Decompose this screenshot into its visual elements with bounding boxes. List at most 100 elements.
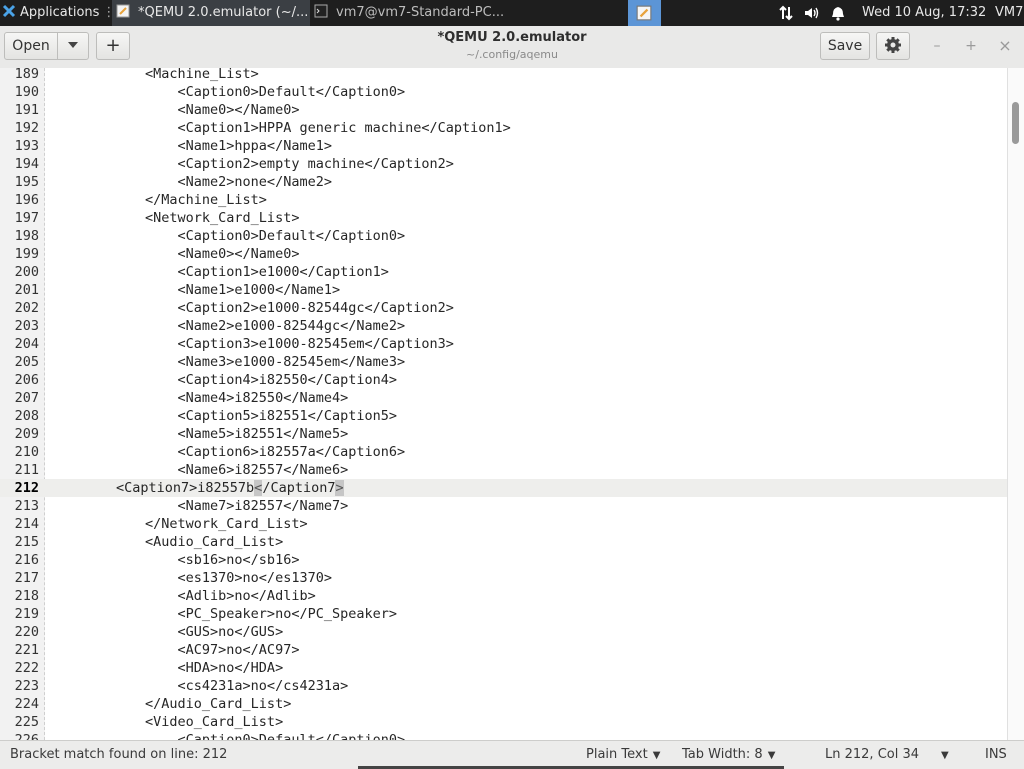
code-line[interactable]: 198 <Caption0>Default</Caption0> bbox=[0, 227, 1008, 245]
open-button[interactable]: Open bbox=[4, 32, 58, 60]
applications-menu[interactable]: Applications ⋮ bbox=[2, 0, 115, 26]
code-text[interactable]: </Audio_Card_List> bbox=[80, 695, 291, 713]
close-button[interactable]: × bbox=[995, 36, 1015, 56]
code-line[interactable]: 213 <Name7>i82557</Name7> bbox=[0, 497, 1008, 515]
code-line[interactable]: 200 <Caption1>e1000</Caption1> bbox=[0, 263, 1008, 281]
clock[interactable]: Wed 10 Aug, 17:32 bbox=[862, 0, 986, 26]
code-text[interactable]: <Name6>i82557</Name6> bbox=[80, 461, 349, 479]
code-text[interactable]: <GUS>no</GUS> bbox=[80, 623, 284, 641]
code-text[interactable]: <Name2>e1000-82544gc</Name2> bbox=[80, 317, 406, 335]
code-text[interactable]: <Video_Card_List> bbox=[80, 713, 283, 731]
vertical-scrollbar[interactable] bbox=[1007, 68, 1024, 740]
code-text[interactable]: <Caption0>Default</Caption0> bbox=[80, 227, 406, 245]
code-line[interactable]: 220 <GUS>no</GUS> bbox=[0, 623, 1008, 641]
code-text[interactable]: </Network_Card_List> bbox=[80, 515, 308, 533]
language-selector[interactable]: Plain Text ▼ bbox=[586, 741, 660, 769]
cursor-position-selector[interactable]: Ln 212, Col 34 ▼ bbox=[825, 741, 949, 769]
code-line[interactable]: 192 <Caption1>HPPA generic machine</Capt… bbox=[0, 119, 1008, 137]
code-text[interactable]: <cs4231a>no</cs4231a> bbox=[80, 677, 349, 695]
code-text[interactable]: <sb16>no</sb16> bbox=[80, 551, 300, 569]
code-text[interactable]: <Caption0>Default</Caption0> bbox=[80, 731, 406, 740]
code-line[interactable]: 201 <Name1>e1000</Name1> bbox=[0, 281, 1008, 299]
code-line[interactable]: 217 <es1370>no</es1370> bbox=[0, 569, 1008, 587]
code-text[interactable]: <Name7>i82557</Name7> bbox=[80, 497, 349, 515]
code-line[interactable]: 196 </Machine_List> bbox=[0, 191, 1008, 209]
code-line[interactable]: 193 <Name1>hppa</Name1> bbox=[0, 137, 1008, 155]
code-line[interactable]: 219 <PC_Speaker>no</PC_Speaker> bbox=[0, 605, 1008, 623]
code-text[interactable]: <Audio_Card_List> bbox=[80, 533, 283, 551]
code-text[interactable]: <Caption0>Default</Caption0> bbox=[80, 83, 406, 101]
code-text[interactable]: <HDA>no</HDA> bbox=[80, 659, 284, 677]
code-text[interactable]: <Adlib>no</Adlib> bbox=[80, 587, 316, 605]
code-line[interactable]: 189 <Machine_List> bbox=[0, 68, 1008, 83]
code-text[interactable]: <Name5>i82551</Name5> bbox=[80, 425, 349, 443]
maximize-button[interactable]: + bbox=[961, 36, 981, 56]
code-text[interactable]: <Caption4>i82550</Caption4> bbox=[80, 371, 397, 389]
code-line[interactable]: 190 <Caption0>Default</Caption0> bbox=[0, 83, 1008, 101]
code-text[interactable]: <Name2>none</Name2> bbox=[80, 173, 332, 191]
code-line[interactable]: 225 <Video_Card_List> bbox=[0, 713, 1008, 731]
code-text[interactable]: <Caption2>e1000-82544gc</Caption2> bbox=[80, 299, 454, 317]
code-line[interactable]: 205 <Name3>e1000-82545em</Name3> bbox=[0, 353, 1008, 371]
scrollbar-thumb[interactable] bbox=[1012, 102, 1019, 144]
code-text[interactable]: <Caption2>empty machine</Caption2> bbox=[80, 155, 454, 173]
code-line[interactable]: 203 <Name2>e1000-82544gc</Name2> bbox=[0, 317, 1008, 335]
code-text[interactable]: <Caption6>i82557a</Caption6> bbox=[80, 443, 406, 461]
code-text[interactable]: <Name1>e1000</Name1> bbox=[80, 281, 341, 299]
code-text[interactable]: <Name1>hppa</Name1> bbox=[80, 137, 332, 155]
code-line[interactable]: 226 <Caption0>Default</Caption0> bbox=[0, 731, 1008, 740]
editor-area[interactable]: 189 <Machine_List> 190 <Caption0>Default<… bbox=[0, 68, 1024, 740]
code-line[interactable]: 222 <HDA>no</HDA> bbox=[0, 659, 1008, 677]
code-line[interactable]: 223 <cs4231a>no</cs4231a> bbox=[0, 677, 1008, 695]
code-text[interactable]: <AC97>no</AC97> bbox=[80, 641, 300, 659]
code-line[interactable]: 216 <sb16>no</sb16> bbox=[0, 551, 1008, 569]
minimize-button[interactable]: – bbox=[927, 36, 947, 56]
code-text[interactable]: <Caption7>i82557b</Caption7> bbox=[116, 479, 344, 497]
network-icon[interactable] bbox=[778, 0, 796, 26]
code-line[interactable]: 210 <Caption6>i82557a</Caption6> bbox=[0, 443, 1008, 461]
taskbar-item-editor[interactable]: *QEMU 2.0.emulator (~/... bbox=[112, 0, 310, 26]
code-text[interactable]: <Name3>e1000-82545em</Name3> bbox=[80, 353, 406, 371]
code-line[interactable]: 194 <Caption2>empty machine</Caption2> bbox=[0, 155, 1008, 173]
code-line[interactable]: 204 <Caption3>e1000-82545em</Caption3> bbox=[0, 335, 1008, 353]
code-text[interactable]: <Machine_List> bbox=[80, 68, 259, 83]
text-lines[interactable]: 189 <Machine_List> 190 <Caption0>Default<… bbox=[0, 68, 1008, 740]
tab-width-selector[interactable]: Tab Width: 8 ▼ bbox=[682, 741, 775, 769]
code-line[interactable]: 224 </Audio_Card_List> bbox=[0, 695, 1008, 713]
code-text[interactable]: <Name0></Name0> bbox=[80, 245, 300, 263]
code-line[interactable]: 221 <AC97>no</AC97> bbox=[0, 641, 1008, 659]
code-text[interactable]: <es1370>no</es1370> bbox=[80, 569, 332, 587]
new-tab-button[interactable]: + bbox=[96, 32, 130, 60]
user-menu[interactable]: VM7 bbox=[995, 0, 1023, 26]
code-line[interactable]: 207 <Name4>i82550</Name4> bbox=[0, 389, 1008, 407]
code-text[interactable]: <Caption1>HPPA generic machine</Caption1… bbox=[80, 119, 511, 137]
code-text[interactable]: <Network_Card_List> bbox=[80, 209, 299, 227]
code-line[interactable]: 214 </Network_Card_List> bbox=[0, 515, 1008, 533]
code-line[interactable]: 215 <Audio_Card_List> bbox=[0, 533, 1008, 551]
code-line[interactable]: 211 <Name6>i82557</Name6> bbox=[0, 461, 1008, 479]
code-line[interactable]: 218 <Adlib>no</Adlib> bbox=[0, 587, 1008, 605]
code-line[interactable]: 206 <Caption4>i82550</Caption4> bbox=[0, 371, 1008, 389]
code-text[interactable]: </Machine_List> bbox=[80, 191, 267, 209]
code-line[interactable]: 209 <Name5>i82551</Name5> bbox=[0, 425, 1008, 443]
open-menu-button[interactable] bbox=[57, 32, 89, 60]
notification-bell-icon[interactable] bbox=[831, 0, 847, 26]
code-line[interactable]: 212 <Caption7>i82557b</Caption7> bbox=[0, 479, 1008, 497]
volume-icon[interactable] bbox=[803, 0, 823, 26]
code-line[interactable]: 208 <Caption5>i82551</Caption5> bbox=[0, 407, 1008, 425]
code-line[interactable]: 202 <Caption2>e1000-82544gc</Caption2> bbox=[0, 299, 1008, 317]
code-text[interactable]: <Caption1>e1000</Caption1> bbox=[80, 263, 389, 281]
code-text[interactable]: <Caption3>e1000-82545em</Caption3> bbox=[80, 335, 454, 353]
code-line[interactable]: 191 <Name0></Name0> bbox=[0, 101, 1008, 119]
code-text[interactable]: <PC_Speaker>no</PC_Speaker> bbox=[80, 605, 397, 623]
code-text[interactable]: <Caption5>i82551</Caption5> bbox=[80, 407, 397, 425]
settings-button[interactable] bbox=[876, 32, 910, 60]
code-text[interactable]: <Name4>i82550</Name4> bbox=[80, 389, 349, 407]
code-line[interactable]: 195 <Name2>none</Name2> bbox=[0, 173, 1008, 191]
code-line[interactable]: 199 <Name0></Name0> bbox=[0, 245, 1008, 263]
taskbar-editor-launcher[interactable] bbox=[628, 0, 661, 26]
code-text[interactable]: <Name0></Name0> bbox=[80, 101, 300, 119]
taskbar-item-terminal[interactable]: vm7@vm7-Standard-PC... bbox=[312, 0, 512, 26]
code-line[interactable]: 197 <Network_Card_List> bbox=[0, 209, 1008, 227]
save-button[interactable]: Save bbox=[820, 32, 870, 60]
